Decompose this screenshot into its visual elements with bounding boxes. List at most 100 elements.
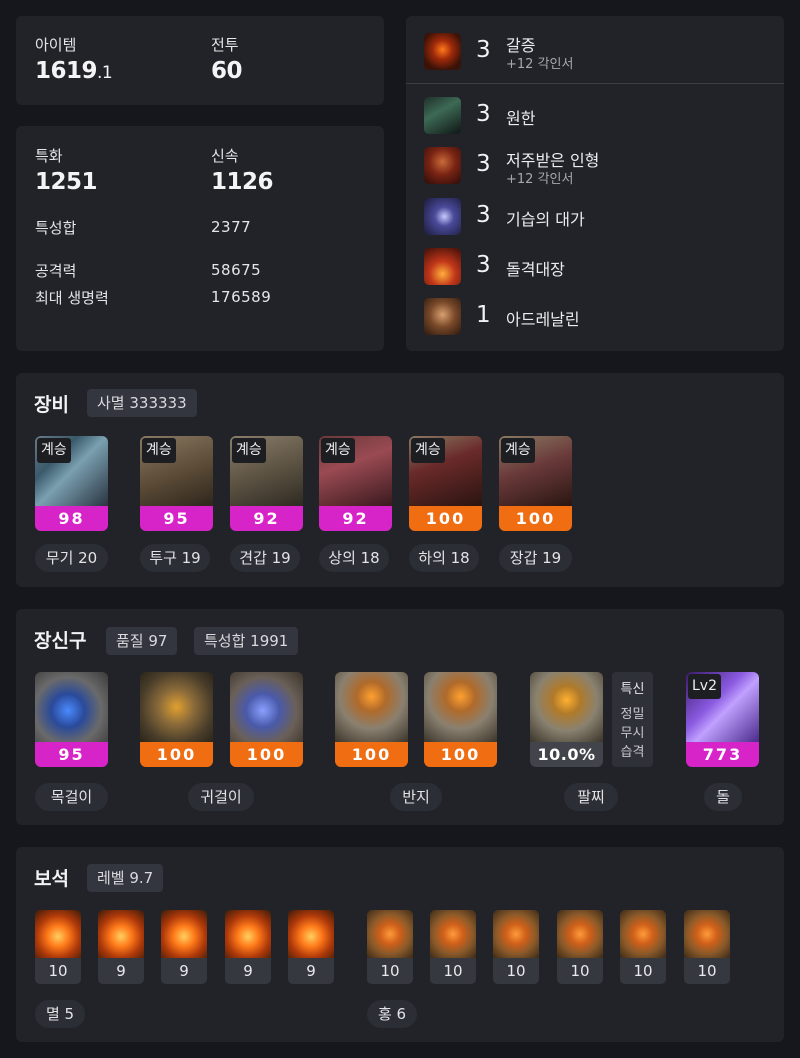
ring-label: 반지 [390, 783, 442, 811]
crimson-gem[interactable]: 10 [620, 910, 666, 984]
quality-bar: 95 [140, 506, 213, 531]
annihilation-gem-icon [288, 910, 334, 958]
ring-icon [424, 672, 497, 742]
weapon-item[interactable]: 계승 98 [35, 436, 108, 531]
inherit-tag: 계승 [411, 438, 445, 463]
engraving-book: +12 각인서 [506, 57, 574, 72]
ring-item[interactable]: 100 [335, 672, 408, 767]
weapon-label: 무기 20 [35, 544, 108, 572]
swift-value: 1126 [211, 169, 274, 195]
inherit-tag: 계승 [501, 438, 535, 463]
crimson-count-label: 홍 6 [367, 1000, 417, 1028]
item-level-value: 1619.1 [35, 58, 113, 84]
chest-label: 상의 18 [319, 544, 389, 572]
quality-chip: 품질 97 [106, 627, 178, 655]
earring-item[interactable]: 100 [140, 672, 213, 767]
engraving-level: 1 [476, 302, 491, 328]
engraving-row[interactable]: 3 돌격대장 [406, 241, 784, 291]
ring-item[interactable]: 100 [424, 672, 497, 767]
gems-panel: 보석 레벨 9.7 10 9 9 9 9 10 10 10 10 10 10 멸… [16, 847, 784, 1042]
bracelet-icon [530, 672, 603, 742]
annihilation-gem[interactable]: 9 [161, 910, 207, 984]
adrenaline-engraving-icon [424, 298, 461, 335]
bracelet-label: 팔찌 [564, 783, 618, 811]
annihilation-gem[interactable]: 9 [225, 910, 271, 984]
inherit-tag: 계승 [142, 438, 176, 463]
engraving-level: 3 [476, 202, 491, 228]
crimson-gem-icon [684, 910, 730, 958]
annihilation-count-label: 멸 5 [35, 1000, 85, 1028]
bracelet-stat: 정밀 [620, 707, 645, 722]
annihilation-gem-icon [161, 910, 207, 958]
crimson-gem-icon [620, 910, 666, 958]
crit-label: 특화 [35, 147, 63, 165]
cursed-doll-engraving-icon [424, 147, 461, 184]
stat-sum-chip: 특성합 1991 [194, 627, 299, 655]
shoulder-label: 견갑 19 [230, 544, 300, 572]
crimson-gem[interactable]: 10 [430, 910, 476, 984]
crimson-gem[interactable]: 10 [367, 910, 413, 984]
earring-icon [140, 672, 213, 742]
quality-bar: 100 [424, 742, 497, 767]
annihilation-gem[interactable]: 9 [288, 910, 334, 984]
gloves-label: 장갑 19 [499, 544, 572, 572]
helmet-item[interactable]: 계승 95 [140, 436, 213, 531]
engraving-name: 기습의 대가 [506, 210, 585, 229]
crimson-gem[interactable]: 10 [493, 910, 539, 984]
annihilation-gem-icon [225, 910, 271, 958]
accessories-title: 장신구 [34, 630, 87, 652]
necklace-item[interactable]: 95 [35, 672, 108, 767]
engraving-row[interactable]: 3 저주받은 인형 +12 각인서 [406, 140, 784, 190]
accessories-panel: 장신구 품질 97 특성합 1991 95 100 100 100 100 10… [16, 609, 784, 825]
item-level-dec: .1 [97, 63, 113, 83]
engraving-row[interactable]: 1 아드레날린 [406, 291, 784, 341]
earring-item[interactable]: 100 [230, 672, 303, 767]
gem-level-chip: 레벨 9.7 [87, 864, 164, 892]
quality-bar: 100 [335, 742, 408, 767]
crimson-gem[interactable]: 10 [684, 910, 730, 984]
earring-label: 귀걸이 [188, 783, 254, 811]
attack-value: 58675 [211, 261, 262, 279]
annihilation-gem[interactable]: 9 [98, 910, 144, 984]
stat-sum-value: 2377 [211, 218, 252, 236]
chest-item[interactable]: 계승 92 [319, 436, 392, 531]
pants-label: 하의 18 [409, 544, 479, 572]
max-hp-label: 최대 생명력 [35, 289, 109, 307]
engraving-row[interactable]: 3 갈증 +12 각인서 [406, 26, 784, 76]
engraving-name: 돌격대장 [506, 260, 565, 279]
crimson-gem-icon [493, 910, 539, 958]
crimson-gem-icon [557, 910, 603, 958]
engraving-level: 3 [476, 252, 491, 278]
quality-bar: 100 [499, 506, 572, 531]
pants-item[interactable]: 계승 100 [409, 436, 482, 531]
ability-stone-item[interactable]: Lv2 773 [686, 672, 759, 767]
annihilation-gem-icon [98, 910, 144, 958]
quality-bar: 100 [140, 742, 213, 767]
bracelet-item[interactable]: 10.0% [530, 672, 603, 767]
engraving-name: 원한 [506, 109, 536, 128]
bracelet-stat: 특신 [620, 682, 645, 697]
gem-level: 9 [288, 958, 334, 984]
gem-level: 10 [493, 958, 539, 984]
crimson-gem-icon [367, 910, 413, 958]
engraving-level: 3 [476, 101, 491, 127]
crimson-gem[interactable]: 10 [557, 910, 603, 984]
annihilation-gem[interactable]: 10 [35, 910, 81, 984]
gloves-item[interactable]: 계승 100 [499, 436, 572, 531]
item-level-label: 아이템 [35, 36, 77, 54]
engraving-book: +12 각인서 [506, 172, 574, 187]
engraving-row[interactable]: 3 원한 [406, 90, 784, 140]
inherit-tag: 계승 [37, 438, 71, 463]
shoulder-item[interactable]: 계승 92 [230, 436, 303, 531]
gem-level: 10 [620, 958, 666, 984]
gems-title: 보석 [34, 868, 69, 890]
equipment-title: 장비 [34, 394, 69, 416]
engraving-level: 3 [476, 151, 491, 177]
gem-level: 10 [684, 958, 730, 984]
quality-bar: 100 [230, 742, 303, 767]
combat-level-label: 전투 [211, 36, 239, 54]
master-ambush-engraving-icon [424, 198, 461, 235]
set-chip: 사멸 333333 [87, 389, 197, 417]
grudge-engraving-icon [424, 97, 461, 134]
engraving-row[interactable]: 3 기습의 대가 [406, 191, 784, 241]
